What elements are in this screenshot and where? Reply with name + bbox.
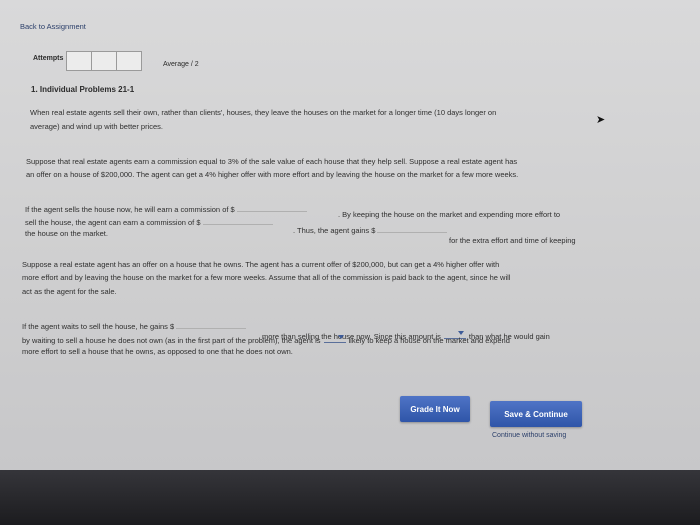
q1-part-d: . Thus, the agent gains bbox=[293, 226, 370, 235]
commission-later-input[interactable] bbox=[202, 216, 273, 225]
agent-gain-input[interactable] bbox=[377, 224, 448, 233]
intro-line-1: When real estate agents sell their own, … bbox=[30, 108, 497, 117]
currency-symbol: $ bbox=[196, 218, 201, 227]
screen: Back to Assignment Attempts Average / 2 … bbox=[0, 0, 700, 470]
q1-text-3: . Thus, the agent gains $ bbox=[293, 224, 448, 235]
attempt-box bbox=[66, 51, 92, 71]
commission-now-input[interactable] bbox=[236, 203, 307, 212]
problem-title: 1. Individual Problems 21-1 bbox=[31, 85, 135, 94]
save-continue-button[interactable]: Save & Continue bbox=[490, 401, 582, 427]
q2-part-f: more effort to sell a house that he owns… bbox=[22, 347, 293, 356]
q2-text-3: by waiting to sell a house he does not o… bbox=[22, 333, 510, 345]
scenario1-line-1: Suppose that real estate agents earn a c… bbox=[26, 157, 518, 166]
scenario2-line-2: more effort and by leaving the house on … bbox=[22, 273, 511, 282]
q2-part-d: by waiting to sell a house he does not o… bbox=[22, 336, 321, 345]
q1-text: If the agent sells the house now, he wil… bbox=[25, 203, 307, 214]
q2-part-e: likely to keep a house on the market and… bbox=[348, 336, 510, 345]
scenario2-line-1: Suppose a real estate agent has an offer… bbox=[22, 260, 500, 269]
q1-part-f: for the extra effort and time of keeping bbox=[449, 236, 576, 245]
attempts-label: Attempts bbox=[33, 55, 64, 62]
likelihood-dropdown[interactable] bbox=[323, 333, 346, 343]
q1-text-2: sell the house, the agent can earn a com… bbox=[25, 216, 273, 227]
q2-text-1: If the agent waits to sell the house, he… bbox=[22, 320, 247, 331]
q1-part-e: the house on the market. bbox=[25, 229, 108, 238]
q1-part-a: If the agent sells the house now, he wil… bbox=[25, 205, 229, 214]
scenario1-line-2: an offer on a house of $200,000. The age… bbox=[26, 170, 519, 179]
currency-symbol: $ bbox=[371, 226, 376, 235]
currency-symbol: $ bbox=[170, 322, 175, 331]
own-house-gain-input[interactable] bbox=[176, 320, 247, 329]
q2-part-a: If the agent waits to sell the house, he… bbox=[22, 322, 168, 331]
attempt-boxes bbox=[66, 51, 142, 71]
average-score: Average / 2 bbox=[163, 61, 199, 68]
monitor-bezel bbox=[0, 470, 700, 525]
back-to-assignment-link[interactable]: Back to Assignment bbox=[20, 22, 86, 31]
continue-without-saving-link[interactable]: Continue without saving bbox=[492, 432, 566, 439]
grade-it-now-button[interactable]: Grade It Now bbox=[400, 396, 470, 422]
attempt-box bbox=[91, 51, 117, 71]
q1-part-c: sell the house, the agent can earn a com… bbox=[25, 218, 195, 227]
mouse-cursor-icon: ➤ bbox=[596, 114, 606, 126]
scenario2-line-3: act as the agent for the sale. bbox=[22, 287, 117, 296]
attempt-box bbox=[116, 51, 142, 71]
currency-symbol: $ bbox=[230, 205, 235, 214]
intro-line-2: average) and wind up with better prices. bbox=[30, 122, 163, 131]
q1-part-b: . By keeping the house on the market and… bbox=[338, 210, 561, 219]
